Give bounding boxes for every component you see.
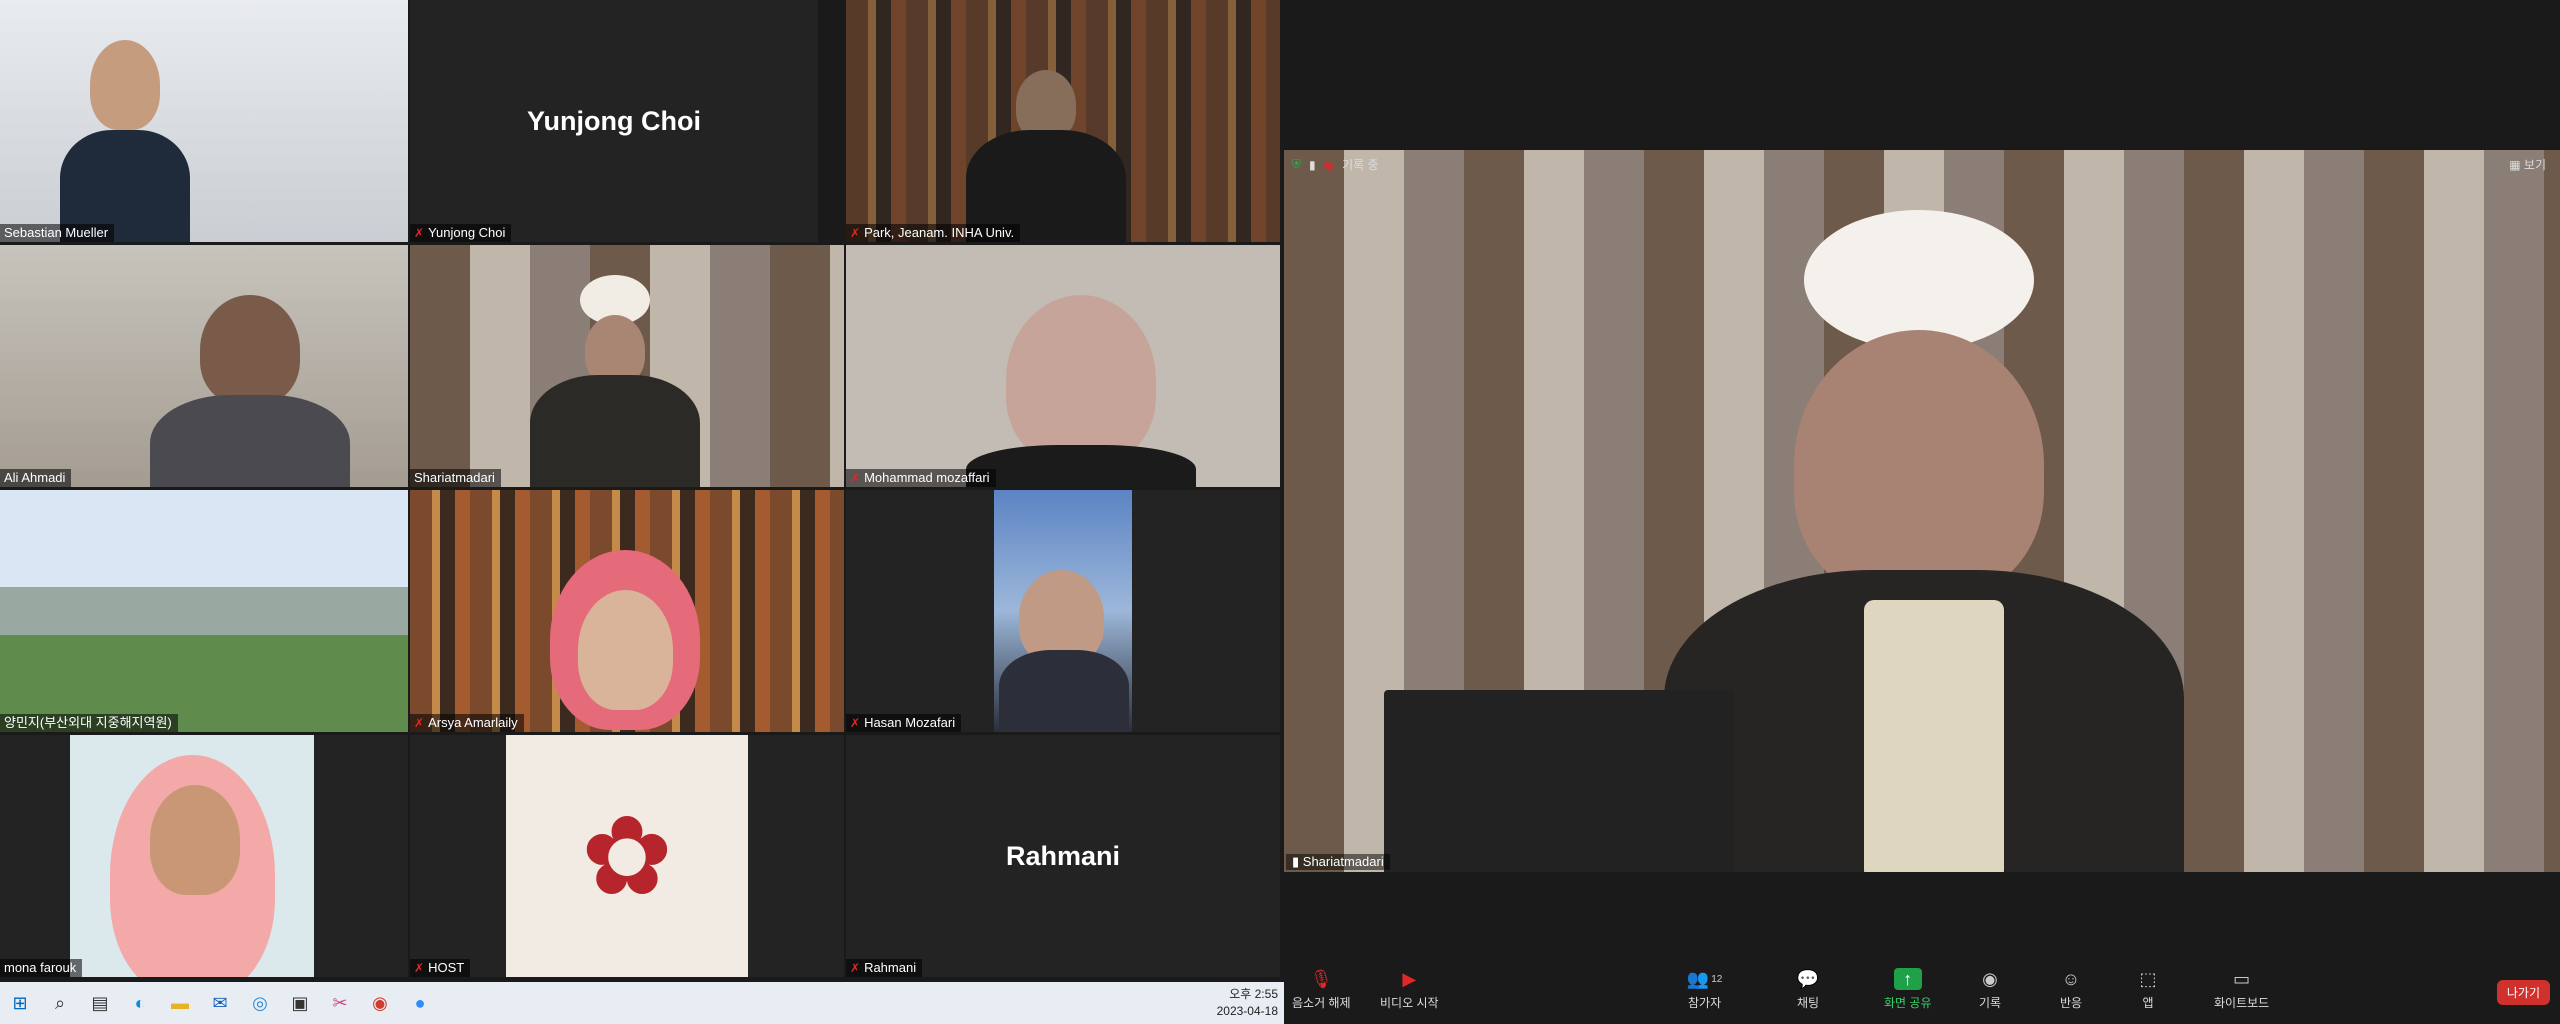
participant-video <box>846 0 1280 242</box>
active-speaker-view[interactable]: ⛨ ▮ ◉ 기록 중 ▦ 보기 ▮ Shariatmadari <box>1284 150 2560 872</box>
mic-off-icon: 🎙 <box>1309 968 1333 989</box>
participant-video <box>410 245 844 487</box>
reaction-icon: ☺ <box>2061 968 2081 989</box>
participant-tile[interactable]: Rahmani ✗ Rahmani <box>846 735 1280 977</box>
mail-icon[interactable]: ✉ <box>200 982 240 1024</box>
participants-button[interactable]: 👥 12 참가자 <box>1686 968 1723 1011</box>
participant-video <box>0 0 408 242</box>
laptop <box>1384 690 1734 872</box>
participant-name-label: Shariatmadari <box>410 469 501 487</box>
ie-icon[interactable]: ◎ <box>240 982 280 1024</box>
participant-tile[interactable]: ✗ Mohammad mozaffari <box>846 245 1280 487</box>
participant-name-display: Yunjong Choi <box>527 105 701 136</box>
speaker-video <box>1284 150 2560 872</box>
security-shield-icon[interactable]: ⛨ <box>1292 157 1301 172</box>
participant-name-label: 양민지(부산외대 지중해지역원) <box>0 714 178 732</box>
mic-off-icon: ✗ <box>850 226 861 240</box>
participant-video <box>410 490 844 732</box>
participant-video <box>994 490 1132 732</box>
participant-tile[interactable]: ✗ Arsya Amarlaily <box>410 490 844 732</box>
participant-tile[interactable]: ✿ ✗ HOST <box>410 735 844 977</box>
participant-tile[interactable]: Yunjong Choi ✗ Yunjong Choi <box>410 0 818 242</box>
sticky-notes-icon[interactable]: ▣ <box>280 982 320 1024</box>
search-icon[interactable]: ⌕ <box>40 982 80 1024</box>
participant-video <box>846 245 1280 487</box>
mic-off-icon: ✗ <box>850 471 861 485</box>
mic-off-icon: ✗ <box>414 716 425 730</box>
windows-start-icon[interactable]: ⊞ <box>0 982 40 1024</box>
participant-name-label: mona farouk <box>0 959 83 977</box>
share-screen-icon: ↑ <box>1893 968 1922 990</box>
participant-tile[interactable]: ✗ Park, Jeanam. INHA Univ. <box>846 0 1280 242</box>
participant-name-label: ✗ Yunjong Choi <box>410 224 512 242</box>
participant-name-display: Rahmani <box>1005 840 1121 871</box>
meeting-toolbar: 🎙 음소거 해제 ▶ 비디오 시작 👥 12 참가자 💬 채팅 ↑ 화면 공유 ◉… <box>1284 960 2560 1024</box>
participant-name-label: ✗ Rahmani <box>846 959 923 977</box>
mic-off-icon: ✗ <box>414 226 425 240</box>
signal-bars-icon: ▮ <box>1292 854 1300 869</box>
clock-time: 오후 2:55 <box>1229 987 1278 1001</box>
participant-tile[interactable]: ✗ Hasan Mozafari <box>846 490 1280 732</box>
participant-tile[interactable]: Ali Ahmadi <box>0 245 408 487</box>
share-screen-button[interactable]: ↑ 화면 공유 <box>1884 968 1932 1011</box>
participant-name-label: Ali Ahmadi <box>0 469 72 487</box>
leave-button[interactable]: 나가기 <box>2496 980 2550 1005</box>
zoom-icon[interactable]: ● <box>400 982 440 1024</box>
video-off-icon: ▶ <box>1402 968 1417 989</box>
clock-date: 2023-04-18 <box>1216 1004 1278 1018</box>
participant-tile[interactable]: Sebastian Mueller <box>0 0 408 242</box>
chat-button[interactable]: 💬 채팅 <box>1794 968 1822 1011</box>
chrome-icon[interactable]: ◉ <box>360 982 400 1024</box>
system-clock[interactable]: 오후 2:55 2023-04-18 <box>1217 986 1278 1020</box>
recording-icon: ◉ <box>1323 157 1335 172</box>
chat-icon: 💬 <box>1796 968 1820 989</box>
file-explorer-icon[interactable]: ▬ <box>160 982 200 1024</box>
signal-icon: ▮ <box>1309 157 1316 172</box>
meeting-status-bar: ⛨ ▮ ◉ 기록 중 <box>1292 156 1379 173</box>
participant-video <box>70 735 314 977</box>
participant-tile-active[interactable]: Shariatmadari <box>410 245 844 487</box>
participants-icon: 👥 12 <box>1686 968 1723 989</box>
participant-tile[interactable]: 양민지(부산외대 지중해지역원) <box>0 490 408 732</box>
start-video-button[interactable]: ▶ 비디오 시작 <box>1380 968 1439 1011</box>
apps-icon: ⬚ <box>2139 968 2157 989</box>
snip-icon[interactable]: ✂ <box>320 982 360 1024</box>
record-button[interactable]: ◉ 기록 <box>1976 968 2004 1011</box>
mic-off-icon: ✗ <box>850 716 861 730</box>
participant-name-label: ✗ Hasan Mozafari <box>846 714 962 732</box>
edge-icon[interactable]: ◐ <box>120 982 160 1024</box>
zoom-meeting-window: Sebastian Mueller Yunjong Choi ✗ Yunjong … <box>0 0 2560 1024</box>
view-button[interactable]: ▦ 보기 <box>2509 156 2546 173</box>
participant-video <box>0 490 408 732</box>
whiteboard-icon: ▭ <box>2233 968 2251 989</box>
unmute-button[interactable]: 🎙 음소거 해제 <box>1292 968 1351 1011</box>
participant-name-label: ✗ HOST <box>410 959 471 977</box>
grid-icon: ▦ <box>2509 158 2521 172</box>
mic-off-icon: ✗ <box>414 961 425 975</box>
reactions-button[interactable]: ☺ 반응 <box>2057 968 2085 1011</box>
record-icon: ◉ <box>1982 968 1998 989</box>
recording-label: 기록 중 <box>1342 158 1379 172</box>
participant-name-label: ✗ Arsya Amarlaily <box>410 714 524 732</box>
participant-name-label: ✗ Park, Jeanam. INHA Univ. <box>846 224 1021 242</box>
task-view-icon[interactable]: ▤ <box>80 982 120 1024</box>
participant-tile[interactable]: mona farouk <box>0 735 408 977</box>
windows-taskbar: ⊞ ⌕ ▤ ◐ ▬ ✉ ◎ ▣ ✂ ◉ ● 오후 2:55 2023-04-18 <box>0 982 1284 1024</box>
view-label: 보기 <box>2523 158 2546 172</box>
participant-name-label: Sebastian Mueller <box>0 224 115 242</box>
apps-button[interactable]: ⬚ 앱 <box>2134 968 2162 1011</box>
participant-video: ✿ <box>506 735 748 977</box>
participant-name-label: ✗ Mohammad mozaffari <box>846 469 996 487</box>
speaker-name-label: ▮ Shariatmadari <box>1286 854 1390 870</box>
gallery-view: Sebastian Mueller Yunjong Choi ✗ Yunjong … <box>0 0 1281 982</box>
calligraphy-image: ✿ <box>580 792 674 920</box>
whiteboard-button[interactable]: ▭ 화이트보드 <box>2214 968 2269 1011</box>
participant-video <box>0 245 408 487</box>
mic-off-icon: ✗ <box>850 961 861 975</box>
